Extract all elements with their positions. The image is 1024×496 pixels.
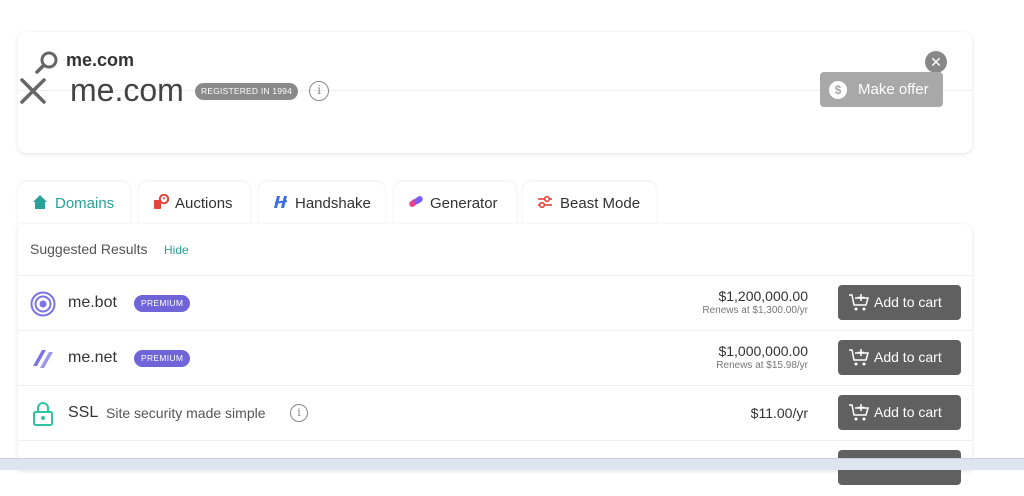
dollar-coin-icon: $: [829, 81, 847, 99]
add-to-cart-label: Add to cart: [874, 349, 942, 365]
tab-label: Generator: [430, 195, 498, 212]
tab-label: Auctions: [175, 195, 233, 212]
clear-search-button[interactable]: ✕: [925, 51, 947, 73]
auction-clock-icon: [154, 194, 169, 209]
sliders-icon: [538, 195, 552, 209]
cart-icon: [849, 294, 869, 311]
result-domain[interactable]: me.bot: [68, 294, 117, 312]
search-input[interactable]: me.com: [66, 50, 134, 71]
suggested-header: Suggested Results Hide: [18, 224, 972, 276]
tab-handshake[interactable]: Handshake: [259, 182, 385, 224]
add-to-cart-button[interactable]: Add to cart: [838, 285, 961, 320]
tab-label: Handshake: [295, 195, 371, 212]
renewal-price: Renews at $15.98/yr: [716, 360, 808, 371]
info-icon[interactable]: i: [290, 404, 308, 422]
add-to-cart-label: Add to cart: [874, 294, 942, 310]
result-row: SSL Site security made simple i $11.00/y…: [18, 386, 972, 441]
lookup-domain: me.com: [70, 72, 184, 108]
result-product[interactable]: SSL: [68, 404, 98, 422]
tab-generator[interactable]: Generator: [394, 182, 516, 224]
result-row: me.bot PREMIUM $1,200,000.00 Renews at $…: [18, 276, 972, 331]
price-amount: $1,200,000.00: [718, 288, 808, 304]
result-row: me.net PREMIUM $1,000,000.00 Renews at $…: [18, 331, 972, 386]
result-price: $1,000,000.00 Renews at $15.98/yr: [716, 343, 808, 371]
result-price: $11.00/yr: [751, 405, 808, 421]
home-icon: [33, 195, 47, 209]
add-to-cart-label: Add to cart: [874, 404, 942, 420]
make-offer-label: Make offer: [858, 81, 929, 98]
handshake-icon: [274, 196, 288, 208]
product-description: Site security made simple: [106, 405, 266, 421]
lock-icon: [33, 402, 53, 426]
net-tld-icon: [33, 350, 53, 368]
registered-badge: REGISTERED IN 1994: [195, 83, 298, 100]
add-to-cart-button[interactable]: Add to cart: [838, 340, 961, 375]
search-icon: [35, 51, 58, 74]
cart-icon: [849, 349, 869, 366]
suggested-title: Suggested Results: [30, 241, 148, 257]
tab-label: Beast Mode: [560, 195, 641, 212]
tab-domains[interactable]: Domains: [18, 182, 130, 224]
price-amount: $11.00/yr: [750, 405, 808, 421]
result-price: $1,200,000.00 Renews at $1,300.00/yr: [702, 288, 808, 316]
tab-beast-mode[interactable]: Beast Mode: [523, 182, 656, 224]
price-amount: $1,000,000.00: [718, 343, 808, 359]
unavailable-x-icon: [20, 78, 46, 104]
info-icon[interactable]: i: [309, 81, 329, 101]
tab-label: Domains: [55, 195, 115, 212]
hide-link[interactable]: Hide: [164, 243, 189, 257]
results-panel: Suggested Results Hide me.bot PREMIUM $1…: [18, 224, 972, 485]
cart-icon: [849, 404, 869, 421]
premium-badge: PREMIUM: [134, 295, 191, 312]
premium-badge: PREMIUM: [134, 350, 191, 367]
generator-icon: [409, 196, 423, 207]
bot-tld-icon: [30, 291, 56, 317]
os-taskbar: [0, 458, 1024, 470]
make-offer-button[interactable]: $ Make offer: [820, 72, 943, 107]
renewal-price: Renews at $1,300.00/yr: [702, 305, 808, 316]
result-domain[interactable]: me.net: [68, 349, 117, 367]
add-to-cart-button[interactable]: Add to cart: [838, 395, 961, 430]
tab-auctions[interactable]: Auctions: [139, 182, 250, 224]
